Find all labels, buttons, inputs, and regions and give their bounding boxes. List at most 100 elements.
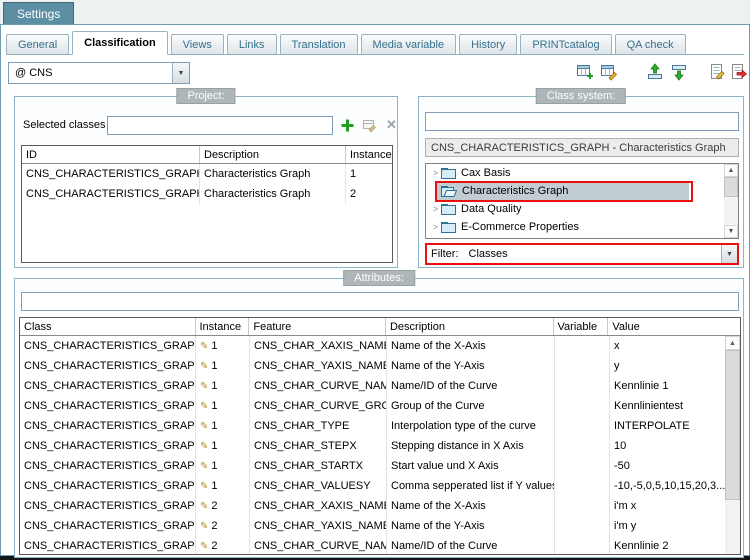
class-context-combobox[interactable]: @ CNS ▼: [8, 62, 190, 84]
cell-variable: [555, 536, 610, 555]
check-out-icon[interactable]: [670, 63, 688, 81]
column-header-description[interactable]: Description: [200, 146, 346, 163]
table-row[interactable]: CNS_CHARACTERISTICS_GRAPH Characteristic…: [22, 164, 392, 184]
cell-feature: CNS_CHAR_STEPX: [250, 436, 387, 456]
cell-id: CNS_CHARACTERISTICS_GRAPH: [22, 164, 200, 184]
table-row[interactable]: CNS_CHARACTERISTICS_GRAPH ✎1 CNS_CHAR_XA…: [20, 336, 740, 356]
add-table-icon[interactable]: [576, 63, 594, 81]
table-row[interactable]: CNS_CHARACTERISTICS_GRAPH ✎1 CNS_CHAR_VA…: [20, 476, 740, 496]
cell-value: i'm x: [610, 496, 727, 516]
remove-class-button[interactable]: ✕: [383, 116, 400, 133]
table-row[interactable]: CNS_CHARACTERISTICS_GRAPH ✎2 CNS_CHAR_YA…: [20, 516, 740, 536]
cell-feature: CNS_CHAR_CURVE_GROUP: [250, 396, 387, 416]
window-tab-settings[interactable]: Settings: [3, 2, 74, 24]
tree-item-characteristics-graph[interactable]: Characteristics Graph: [426, 182, 738, 200]
tab-qa-check[interactable]: QA check: [615, 34, 686, 54]
tree-item-e-commerce-properties[interactable]: > E-Commerce Properties: [426, 218, 738, 236]
cell-class: CNS_CHARACTERISTICS_GRAPH: [20, 416, 196, 436]
table-row[interactable]: CNS_CHARACTERISTICS_GRAPH ✎2 CNS_CHAR_XA…: [20, 496, 740, 516]
cell-variable: [555, 496, 610, 516]
edit-list-icon[interactable]: [708, 63, 726, 81]
filter-combobox[interactable]: Classes ▼: [465, 245, 738, 263]
tab-general[interactable]: General: [6, 34, 69, 54]
tab-views[interactable]: Views: [171, 34, 224, 54]
chevron-down-icon[interactable]: ▼: [721, 245, 737, 263]
chevron-right-icon[interactable]: >: [430, 204, 441, 214]
cell-instance: 1: [346, 164, 392, 184]
cell-class: CNS_CHARACTERISTICS_GRAPH: [20, 496, 196, 516]
cell-value: INTERPOLATE: [610, 416, 727, 436]
table-row[interactable]: CNS_CHARACTERISTICS_GRAPH ✎1 CNS_CHAR_CU…: [20, 376, 740, 396]
class-context-value: @ CNS: [9, 67, 52, 79]
attributes-scrollbar[interactable]: ▲: [725, 336, 740, 554]
edit-table-icon[interactable]: [600, 63, 618, 81]
cell-value: x: [610, 336, 727, 356]
cell-value: i'm y: [610, 516, 727, 536]
table-row[interactable]: CNS_CHARACTERISTICS_GRAPH ✎1 CNS_CHAR_CU…: [20, 396, 740, 416]
cell-class: CNS_CHARACTERISTICS_GRAPH: [20, 376, 196, 396]
cell-instance: ✎2: [196, 516, 250, 536]
cell-instance: ✎1: [196, 396, 250, 416]
class-search-input[interactable]: [425, 112, 739, 131]
chevron-right-icon[interactable]: >: [430, 168, 441, 178]
table-row[interactable]: CNS_CHARACTERISTICS_GRAPH ✎1 CNS_CHAR_YA…: [20, 356, 740, 376]
cell-value: 10: [610, 436, 727, 456]
cell-class: CNS_CHARACTERISTICS_GRAPH: [20, 476, 196, 496]
table-row[interactable]: CNS_CHARACTERISTICS_GRAPH ✎1 CNS_CHAR_ST…: [20, 436, 740, 456]
column-header-instance[interactable]: Instance: [196, 318, 250, 335]
attributes-search-input[interactable]: [21, 292, 739, 311]
pencil-icon: ✎: [200, 461, 208, 472]
scroll-down-icon[interactable]: ▼: [724, 225, 738, 238]
cell-value: Kennlinie 2: [610, 536, 727, 555]
tab-classification[interactable]: Classification: [72, 31, 168, 55]
chevron-right-icon[interactable]: >: [430, 222, 441, 232]
check-in-icon[interactable]: [646, 63, 664, 81]
cell-description: Name/ID of the Curve: [387, 376, 555, 396]
scrollbar-thumb[interactable]: [724, 177, 738, 197]
column-header-id[interactable]: ID: [22, 146, 200, 163]
tree-item-data-quality[interactable]: > Data Quality: [426, 200, 738, 218]
tab-media-variable[interactable]: Media variable: [361, 34, 457, 54]
scrollbar-thumb[interactable]: [725, 350, 740, 500]
cell-instance: ✎1: [196, 456, 250, 476]
tree-item-cax-basis[interactable]: > Cax Basis: [426, 164, 738, 182]
cell-description: Name of the X-Axis: [387, 336, 555, 356]
edit-class-button[interactable]: [361, 117, 378, 134]
table-row[interactable]: CNS_CHARACTERISTICS_GRAPH ✎1 CNS_CHAR_TY…: [20, 416, 740, 436]
cell-feature: CNS_CHAR_VALUESY: [250, 476, 387, 496]
table-row[interactable]: CNS_CHARACTERISTICS_GRAPH ✎2 CNS_CHAR_CU…: [20, 536, 740, 555]
cell-instance: ✎1: [196, 416, 250, 436]
tab-printcatalog[interactable]: PRINTcatalog: [520, 34, 611, 54]
column-header-instance[interactable]: Instance: [346, 146, 392, 163]
selected-classes-input[interactable]: [107, 116, 333, 135]
export-icon[interactable]: [730, 63, 748, 81]
table-row[interactable]: CNS_CHARACTERISTICS_GRAPH Characteristic…: [22, 184, 392, 204]
tab-history[interactable]: History: [459, 34, 517, 54]
tab-bar: General Classification Views Links Trans…: [6, 31, 744, 55]
column-header-feature[interactable]: Feature: [249, 318, 386, 335]
filter-value: Classes: [465, 248, 508, 260]
column-header-value[interactable]: Value: [608, 318, 725, 335]
tab-links[interactable]: Links: [227, 34, 277, 54]
cell-variable: [555, 356, 610, 376]
table-row[interactable]: CNS_CHARACTERISTICS_GRAPH ✎1 CNS_CHAR_ST…: [20, 456, 740, 476]
tree-scrollbar[interactable]: ▲ ▼: [724, 164, 738, 238]
column-header-variable[interactable]: Variable: [554, 318, 609, 335]
cell-class: CNS_CHARACTERISTICS_GRAPH: [20, 436, 196, 456]
cell-variable: [555, 476, 610, 496]
tab-translation[interactable]: Translation: [280, 34, 358, 54]
open-folder-icon: [441, 185, 457, 197]
add-class-button[interactable]: [339, 117, 356, 134]
column-header-description[interactable]: Description: [386, 318, 554, 335]
cell-instance: ✎2: [196, 496, 250, 516]
pencil-icon: ✎: [200, 521, 208, 532]
chevron-down-icon[interactable]: ▼: [172, 63, 189, 83]
pencil-icon: ✎: [200, 421, 208, 432]
cell-instance: ✎1: [196, 476, 250, 496]
cell-variable: [555, 516, 610, 536]
cell-id: CNS_CHARACTERISTICS_GRAPH: [22, 184, 200, 204]
cell-variable: [555, 456, 610, 476]
scroll-up-icon[interactable]: ▲: [724, 164, 738, 177]
column-header-class[interactable]: Class: [20, 318, 196, 335]
scroll-up-icon[interactable]: ▲: [725, 336, 740, 350]
